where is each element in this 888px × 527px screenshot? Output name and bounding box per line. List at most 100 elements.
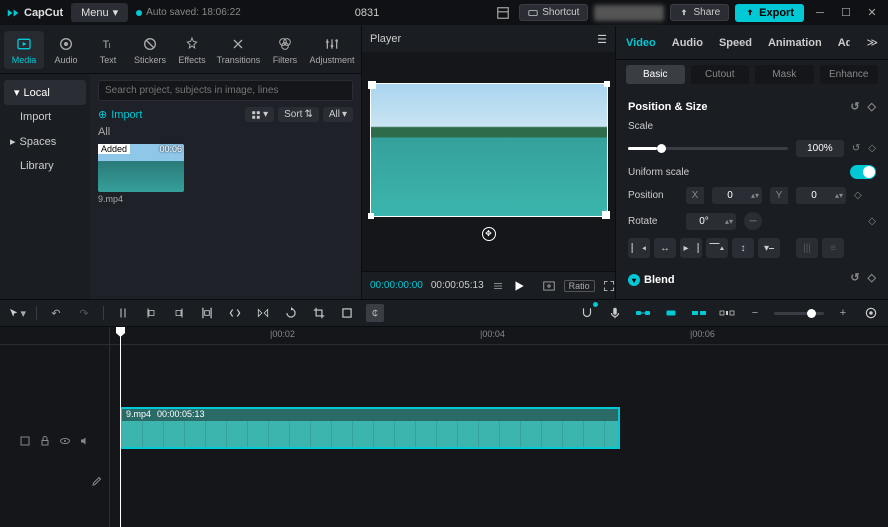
zoom-in-icon[interactable]: + [834,304,852,322]
player-canvas[interactable]: ✥ [362,52,615,271]
magnet-icon[interactable] [578,304,596,322]
center-cursor-icon[interactable]: ✥ [482,227,496,241]
reset-icon[interactable]: ↺ [850,100,859,113]
keyframe-rotate-icon[interactable]: ◇ [868,216,876,227]
stepper-icon[interactable]: ▴▾ [832,191,846,200]
keyframe-position-icon[interactable]: ◇ [854,190,862,201]
stepper-icon[interactable]: ▴▾ [722,217,736,226]
tab-adjustment[interactable]: Adjustment [307,31,357,69]
mic-icon[interactable] [606,304,624,322]
sidebar-item-spaces[interactable]: ▸Spaces [0,129,90,154]
sidebar-item-local[interactable]: ▾Local [4,80,86,105]
reset-scale-icon[interactable]: ↺ [852,143,860,154]
playhead[interactable] [120,327,121,527]
mirror-icon[interactable] [254,304,272,322]
layout-icon[interactable] [493,3,513,23]
tab-speed[interactable]: Speed [719,37,752,49]
subtab-mask[interactable]: Mask [755,65,814,84]
tab-effects[interactable]: Effects [172,31,212,69]
subtab-basic[interactable]: Basic [626,65,685,84]
blend-section[interactable]: ▾ Blend [628,274,675,286]
captions-icon[interactable]: ₵ [366,304,384,322]
window-maximize[interactable]: ☐ [836,3,856,23]
track-mute-icon[interactable] [79,435,91,447]
tab-audio-insp[interactable]: Audio [672,37,703,49]
tab-audio[interactable]: Audio [46,31,86,69]
zoom-slider[interactable] [774,312,824,315]
zoom-out-icon[interactable]: − [746,304,764,322]
tab-adjust[interactable]: Adjust [838,37,851,49]
timeline-ruler[interactable]: |00:02 |00:04 |00:06 [110,327,888,345]
filter-all-button[interactable]: All ▾ [323,107,353,122]
sidebar-item-import[interactable]: Import [0,105,90,129]
stepper-icon[interactable]: ▴▾ [748,191,762,200]
compare-icon[interactable] [542,279,556,293]
auto-snap-icon[interactable] [690,304,708,322]
track-visible-icon[interactable] [59,435,71,447]
sidebar-item-library[interactable]: Library [0,154,90,178]
align-vcenter-icon[interactable]: ↕ [732,238,754,258]
split-icon[interactable] [114,304,132,322]
position-x-stepper[interactable]: ▴▾ [712,187,762,204]
tab-text[interactable]: TI Text [88,31,128,69]
play-button[interactable] [512,279,526,293]
keyframe-icon[interactable]: ◇ [868,100,876,113]
freeze-icon[interactable] [338,304,356,322]
track-cover-icon[interactable] [19,435,31,447]
rotate-stepper[interactable]: ▴▾ [686,213,736,230]
list-icon[interactable] [492,280,504,292]
timeline-clip[interactable]: 9.mp4 00:00:05:13 [120,407,620,449]
import-link[interactable]: ⊕ Import [98,108,142,121]
share-button[interactable]: Share [670,4,729,21]
export-button[interactable]: Export [735,4,804,22]
undo-icon[interactable]: ↶ [47,304,65,322]
tab-video[interactable]: Video [626,37,656,49]
shortcut-button[interactable]: Shortcut [519,4,588,21]
tab-media[interactable]: Media [4,31,44,69]
view-mode-button[interactable]: ▾ [245,107,274,122]
preview-frame[interactable] [370,83,608,217]
window-minimize[interactable]: ─ [810,3,830,23]
align-top-icon[interactable]: ⎺▴ [706,238,728,258]
crop-icon[interactable] [310,304,328,322]
align-hcenter-icon[interactable]: ↔ [654,238,676,258]
reverse-icon[interactable] [226,304,244,322]
delete-left-icon[interactable] [142,304,160,322]
align-bottom-icon[interactable]: ▾⎯ [758,238,780,258]
delete-right-icon[interactable] [170,304,188,322]
track-lock-icon[interactable] [39,435,51,447]
subtab-enhance[interactable]: Enhance [820,65,879,84]
subtab-cutout[interactable]: Cutout [691,65,750,84]
scale-value[interactable] [796,140,844,157]
ripple-icon[interactable] [718,304,736,322]
tab-filters[interactable]: Filters [265,31,305,69]
tab-animation[interactable]: Animation [768,37,822,49]
sort-button[interactable]: Sort ⇅ [278,107,319,122]
track-edit-icon[interactable] [91,475,103,487]
zoom-fit-icon[interactable] [862,304,880,322]
keyframe-scale-icon[interactable]: ◇ [868,143,876,154]
tabs-overflow-icon[interactable]: ≫ [866,36,878,49]
position-y-stepper[interactable]: ▴▾ [796,187,846,204]
player-menu-icon[interactable]: ☰ [597,33,607,46]
ratio-button[interactable]: Ratio [564,280,595,292]
align-right-icon[interactable]: ▸⎹ [680,238,702,258]
user-account[interactable] [594,5,664,21]
select-tool-icon[interactable]: ▾ [8,304,26,322]
timeline-tracks[interactable]: |00:02 |00:04 |00:06 9.mp4 00:00:05:13 [110,327,888,527]
split-delete-icon[interactable] [198,304,216,322]
reset-blend-icon[interactable]: ↺ [850,271,859,284]
window-close[interactable]: ✕ [862,3,882,23]
align-left-icon[interactable]: ⎸◂ [628,238,650,258]
media-clip-thumb[interactable]: Added 00:06 9.mp4 [98,144,184,204]
scale-slider[interactable] [628,147,788,150]
tab-stickers[interactable]: Stickers [130,31,170,69]
rotate-dial-icon[interactable]: ─ [744,212,762,230]
uniform-scale-toggle[interactable] [850,165,876,179]
redo-icon[interactable]: ↷ [75,304,93,322]
fullscreen-icon[interactable] [603,280,615,292]
preview-track-icon[interactable] [662,304,680,322]
search-input[interactable] [98,80,353,101]
rotate-cw-icon[interactable] [282,304,300,322]
link-track-icon[interactable] [634,304,652,322]
